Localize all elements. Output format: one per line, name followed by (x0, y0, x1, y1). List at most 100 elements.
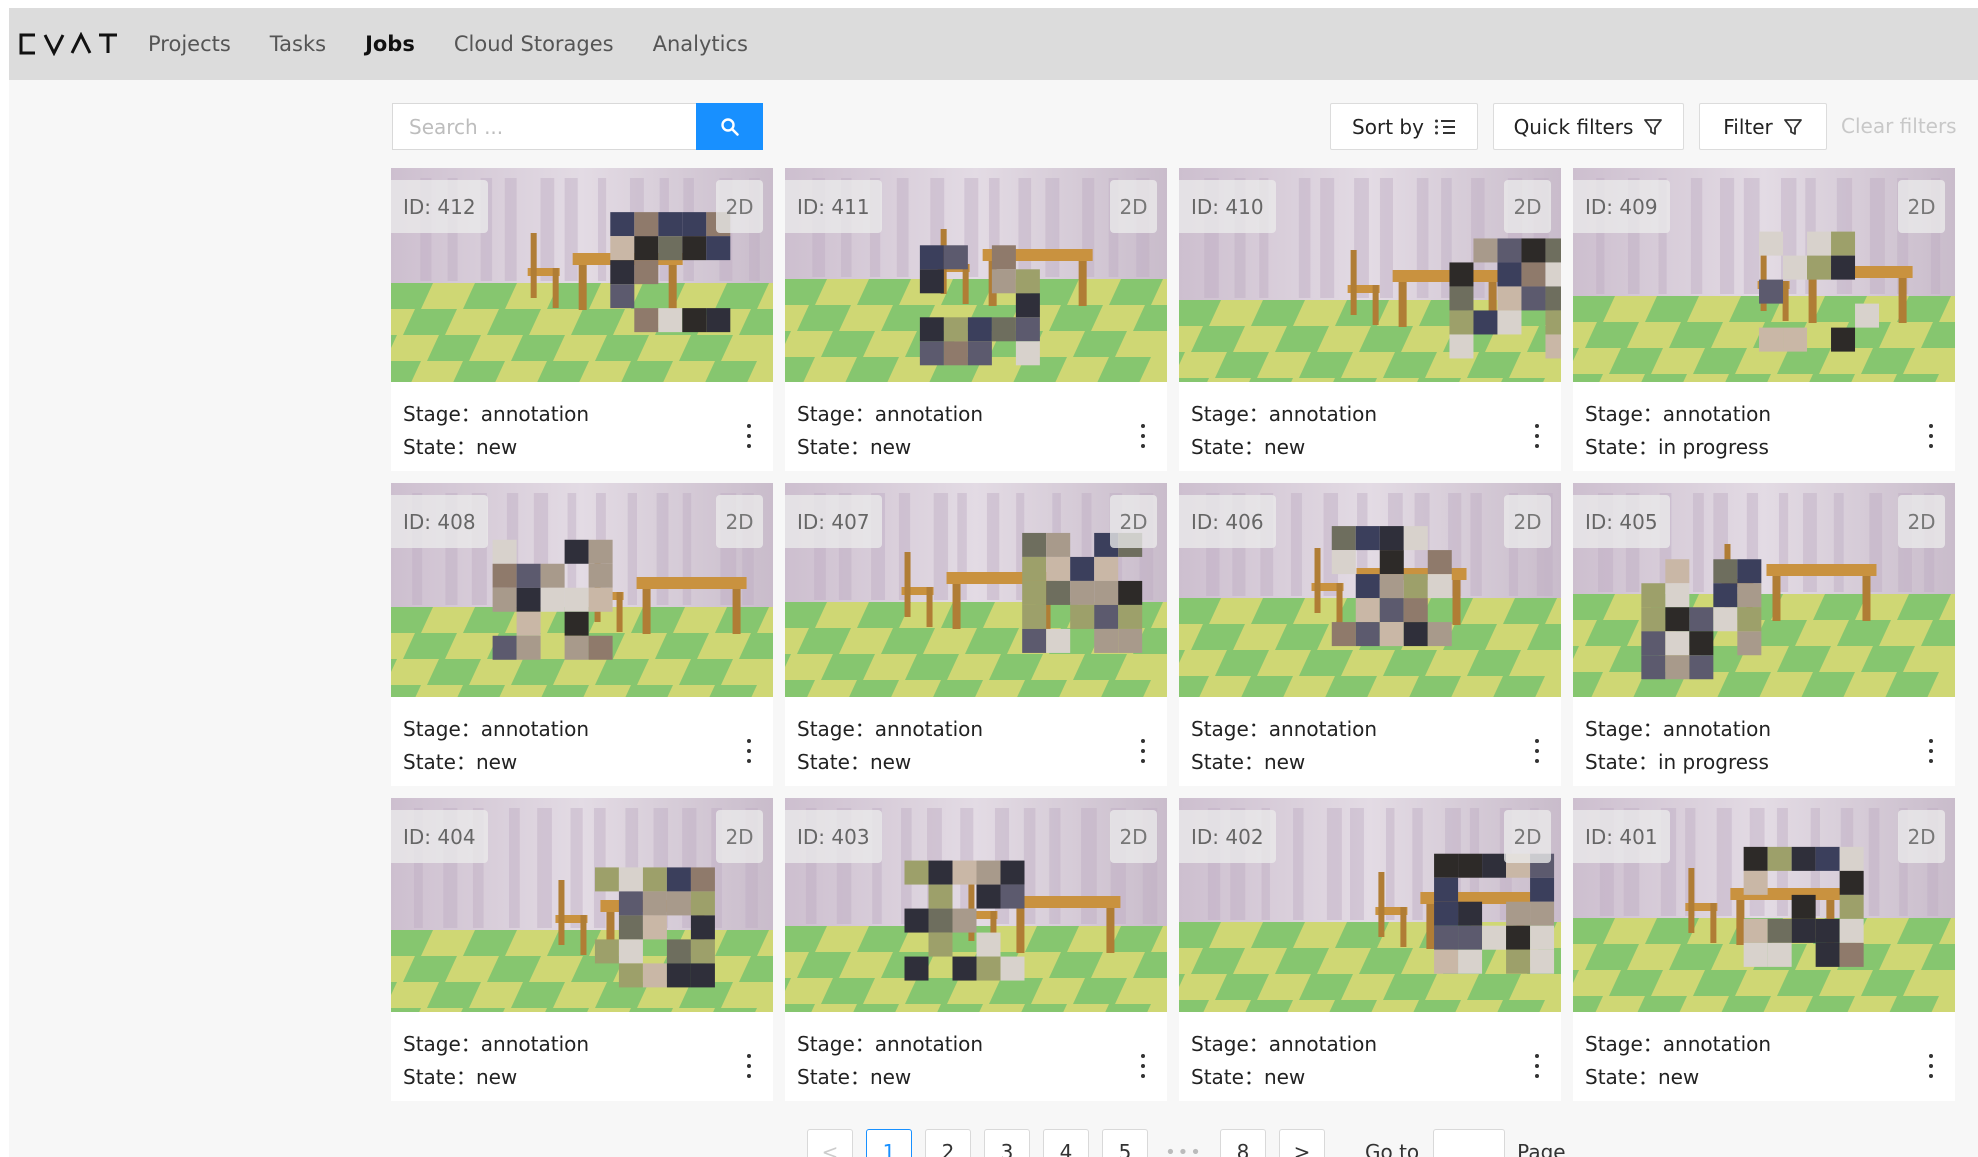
more-actions-icon[interactable] (1137, 424, 1149, 448)
dimension-badge: 2D (716, 495, 763, 548)
more-actions-icon[interactable] (1531, 739, 1543, 763)
more-actions-icon[interactable] (743, 1054, 755, 1078)
nav-analytics[interactable]: Analytics (653, 32, 748, 56)
state-label: State： (1191, 435, 1264, 459)
stage-label: Stage： (797, 717, 875, 741)
cvat-logo[interactable] (17, 29, 121, 59)
job-card[interactable]: ID: 408 2D Stage：annotation State：new (391, 483, 773, 786)
goto-page-input[interactable] (1433, 1129, 1506, 1157)
job-meta: Stage：annotation State：in progress (1585, 398, 1771, 464)
top-header: Projects Tasks Jobs Cloud Storages Analytics (9, 8, 1978, 80)
job-stage-value: annotation (480, 717, 590, 741)
page-button-5[interactable]: 5 (1102, 1129, 1148, 1157)
pagination-ellipsis[interactable]: ••• (1161, 1129, 1207, 1157)
more-actions-icon[interactable] (743, 739, 755, 763)
state-label: State： (1585, 1065, 1658, 1089)
job-stage-value: annotation (1662, 402, 1772, 426)
more-actions-icon[interactable] (1925, 739, 1937, 763)
job-id-badge: ID: 403 (785, 810, 882, 863)
state-label: State： (797, 750, 870, 774)
job-state-value: in progress (1657, 750, 1769, 774)
search-button[interactable] (696, 103, 763, 150)
page-label: Page (1517, 1140, 1566, 1157)
page-button-1[interactable]: 1 (866, 1129, 912, 1157)
job-id-badge: ID: 408 (391, 495, 488, 548)
job-state-value: new (869, 435, 912, 459)
nav-jobs[interactable]: Jobs (365, 32, 415, 56)
stage-label: Stage： (1585, 717, 1663, 741)
job-state-value: new (475, 1065, 518, 1089)
job-stage-row: Stage：annotation (797, 1028, 983, 1061)
job-stage-value: annotation (480, 1032, 590, 1056)
job-id-badge: ID: 409 (1573, 180, 1670, 233)
job-card[interactable]: ID: 412 2D Stage：annotation State：new (391, 168, 773, 471)
more-actions-icon[interactable] (1137, 1054, 1149, 1078)
state-label: State： (403, 435, 476, 459)
job-meta: Stage：annotation State：new (797, 713, 983, 779)
goto-label: Go to (1365, 1140, 1420, 1157)
job-id-badge: ID: 406 (1179, 495, 1276, 548)
job-id-badge: ID: 404 (391, 810, 488, 863)
job-state-row: State：new (403, 746, 589, 779)
clear-filters-link[interactable]: Clear filters (1841, 114, 1957, 138)
job-stage-value: annotation (874, 1032, 984, 1056)
sort-by-button[interactable]: Sort by (1330, 103, 1478, 150)
job-stage-row: Stage：annotation (1191, 1028, 1377, 1061)
prev-page-button[interactable]: < (807, 1129, 853, 1157)
page-button-4[interactable]: 4 (1043, 1129, 1089, 1157)
nav-tasks[interactable]: Tasks (270, 32, 326, 56)
search-input[interactable] (392, 103, 697, 150)
job-state-value: new (1263, 435, 1306, 459)
job-card[interactable]: ID: 401 2D Stage：annotation State：new (1573, 798, 1955, 1101)
state-label: State： (1585, 435, 1658, 459)
more-actions-icon[interactable] (1925, 424, 1937, 448)
dimension-badge: 2D (1504, 495, 1551, 548)
job-meta: Stage：annotation State：new (1191, 1028, 1377, 1094)
pagination: <1 2 3 4 5 ••• 8 > Go to Page (807, 1129, 1566, 1157)
job-card[interactable]: ID: 402 2D Stage：annotation State：new (1179, 798, 1561, 1101)
more-actions-icon[interactable] (1925, 1054, 1937, 1078)
nav-cloud-storages[interactable]: Cloud Storages (454, 32, 614, 56)
dimension-badge: 2D (1110, 180, 1157, 233)
job-state-value: new (1263, 1065, 1306, 1089)
page-button-2[interactable]: 2 (925, 1129, 971, 1157)
job-stage-row: Stage：annotation (403, 398, 589, 431)
search-bar (392, 103, 763, 150)
job-stage-row: Stage：annotation (1585, 1028, 1771, 1061)
more-actions-icon[interactable] (1531, 1054, 1543, 1078)
job-card[interactable]: ID: 403 2D Stage：annotation State：new (785, 798, 1167, 1101)
job-id-badge: ID: 412 (391, 180, 488, 233)
stage-label: Stage： (403, 717, 481, 741)
job-card[interactable]: ID: 406 2D Stage：annotation State：new (1179, 483, 1561, 786)
job-card[interactable]: ID: 409 2D Stage：annotation State：in progre… (1573, 168, 1955, 471)
dimension-badge: 2D (1898, 180, 1945, 233)
quick-filters-button[interactable]: Quick filters (1493, 103, 1684, 150)
dimension-badge: 2D (1898, 495, 1945, 548)
filter-button[interactable]: Filter (1699, 103, 1827, 150)
more-actions-icon[interactable] (743, 424, 755, 448)
next-page-button[interactable]: > (1279, 1129, 1325, 1157)
more-actions-icon[interactable] (1137, 739, 1149, 763)
dimension-badge: 2D (1898, 810, 1945, 863)
stage-label: Stage： (1585, 402, 1663, 426)
job-card[interactable]: ID: 410 2D Stage：annotation State：new (1179, 168, 1561, 471)
job-id-badge: ID: 407 (785, 495, 882, 548)
job-state-value: new (475, 750, 518, 774)
page-button-3[interactable]: 3 (984, 1129, 1030, 1157)
funnel-icon (1783, 118, 1802, 135)
job-state-row: State：new (797, 431, 983, 464)
job-card[interactable]: ID: 404 2D Stage：annotation State：new (391, 798, 773, 1101)
job-card[interactable]: ID: 411 2D Stage：annotation State：new (785, 168, 1167, 471)
sort-list-icon (1434, 119, 1455, 134)
jobs-grid: ID: 412 2D Stage：annotation State：new ID: 41… (391, 168, 1955, 1101)
nav-projects[interactable]: Projects (148, 32, 231, 56)
page-button-last[interactable]: 8 (1220, 1129, 1266, 1157)
job-card[interactable]: ID: 405 2D Stage：annotation State：in progre… (1573, 483, 1955, 786)
state-label: State： (797, 1065, 870, 1089)
stage-label: Stage： (797, 1032, 875, 1056)
job-card[interactable]: ID: 407 2D Stage：annotation State：new (785, 483, 1167, 786)
stage-label: Stage： (1191, 717, 1269, 741)
more-actions-icon[interactable] (1531, 424, 1543, 448)
job-meta: Stage：annotation State：new (1585, 1028, 1771, 1094)
cvat-logo-mark (19, 32, 117, 56)
